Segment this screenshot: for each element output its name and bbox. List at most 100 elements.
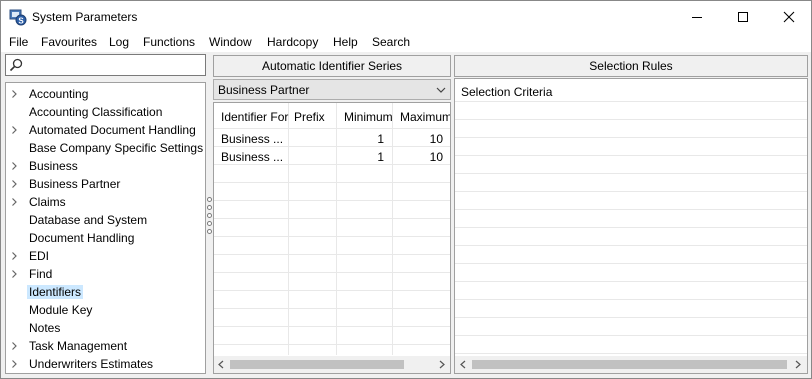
tree-item[interactable]: Base Company Specific Settings	[6, 139, 205, 157]
minimize-button[interactable]	[674, 1, 720, 32]
rules-row-divider	[455, 209, 807, 210]
scrollbar-thumb[interactable]	[230, 360, 404, 369]
horizontal-scrollbar[interactable]	[455, 356, 807, 373]
selection-rules-header: Selection Rules	[454, 55, 808, 77]
rules-row-divider	[455, 353, 807, 354]
scroll-left-icon[interactable]	[218, 360, 224, 369]
scroll-right-icon[interactable]	[795, 360, 801, 369]
tree-item[interactable]: Business Partner	[6, 175, 205, 193]
grid-row-divider	[214, 164, 450, 165]
search-icon	[9, 58, 23, 72]
chevron-right-icon[interactable]	[11, 341, 18, 351]
rules-row-divider	[455, 281, 807, 282]
chevron-right-icon[interactable]	[11, 197, 18, 207]
tree-item-label: Base Company Specific Settings	[29, 141, 204, 155]
chevron-right-icon[interactable]	[11, 125, 18, 135]
grid-row-divider	[214, 128, 450, 129]
tree-item-label: Accounting	[29, 87, 89, 101]
chevron-down-icon	[436, 87, 446, 93]
tree-item-label: Underwriters Estimates	[29, 357, 154, 371]
column-header-prefix[interactable]: Prefix	[294, 110, 325, 124]
cell-identifier-for: Business ...	[221, 150, 284, 164]
tree-item[interactable]: Database and System	[6, 211, 205, 229]
column-header-minimum[interactable]: Minimum	[344, 110, 393, 124]
menu-functions[interactable]: Functions	[143, 35, 195, 49]
cell-maximum: 10	[429, 132, 443, 146]
rules-row-divider	[455, 335, 807, 336]
rules-row-divider	[455, 155, 807, 156]
grid-row-divider	[214, 326, 450, 327]
menu-log[interactable]: Log	[109, 35, 129, 49]
rules-row-divider	[455, 227, 807, 228]
rules-row-divider	[455, 173, 807, 174]
scrollbar-thumb[interactable]	[472, 360, 787, 369]
tree-item-label: Notes	[29, 321, 61, 335]
window-title: System Parameters	[32, 10, 138, 24]
tree-item-label: Automated Document Handling	[29, 123, 196, 137]
grid-row-divider	[214, 218, 450, 219]
system-parameters-window: S System Parameters File Favourites Log …	[0, 0, 812, 379]
chevron-right-icon[interactable]	[11, 89, 18, 99]
tree-item-label: Identifiers	[27, 285, 84, 299]
tree-item-label: Claims	[29, 195, 66, 209]
tree-item[interactable]: Notes	[6, 319, 205, 337]
cell-maximum: 10	[429, 150, 443, 164]
parameter-tree[interactable]: Accounting Accounting Classification Autom…	[5, 82, 206, 374]
rules-row-divider	[455, 191, 807, 192]
menu-help[interactable]: Help	[333, 35, 358, 49]
rules-row-divider	[455, 101, 807, 102]
grid-row-divider	[214, 308, 450, 309]
chevron-right-icon[interactable]	[11, 161, 18, 171]
splitter-handle[interactable]	[207, 197, 212, 237]
tree-item[interactable]: Module Key	[6, 301, 205, 319]
column-header-maximum[interactable]: Maximum	[400, 110, 450, 124]
minimize-icon	[692, 16, 702, 18]
scroll-right-icon[interactable]	[439, 360, 445, 369]
tree-search-input[interactable]	[5, 54, 206, 76]
tree-item[interactable]: Accounting Classification	[6, 103, 205, 121]
chevron-right-icon[interactable]	[11, 251, 18, 261]
tree-item[interactable]: Business	[6, 157, 205, 175]
rules-row-divider	[455, 263, 807, 264]
tree-item-label: Accounting Classification	[29, 105, 163, 119]
rules-row-divider	[455, 245, 807, 246]
identifier-series-grid[interactable]: Identifier For Prefix Minimum Maximum Bu…	[213, 102, 451, 374]
title-bar[interactable]: S System Parameters	[1, 1, 811, 32]
cell-minimum: 1	[377, 150, 384, 164]
selection-rules-panel[interactable]: Selection Criteria	[454, 78, 808, 374]
grid-row-divider	[214, 182, 450, 183]
selection-criteria-label: Selection Criteria	[461, 85, 553, 99]
menu-search[interactable]: Search	[372, 35, 410, 49]
tree-item-label: Business Partner	[29, 177, 121, 191]
grid-row-divider	[214, 290, 450, 291]
close-icon	[783, 11, 795, 22]
menu-favourites[interactable]: Favourites	[41, 35, 97, 49]
tree-item[interactable]: Automated Document Handling	[6, 121, 205, 139]
grid-row-divider	[214, 236, 450, 237]
menu-file[interactable]: File	[9, 35, 28, 49]
tree-item[interactable]: EDI	[6, 247, 205, 265]
tree-item[interactable]: Task Management	[6, 337, 205, 355]
tree-item[interactable]: Claims	[6, 193, 205, 211]
horizontal-scrollbar[interactable]	[214, 356, 450, 373]
identifier-series-dropdown[interactable]: Business Partner	[213, 79, 451, 100]
menu-window[interactable]: Window	[209, 35, 252, 49]
column-header-identifier-for[interactable]: Identifier For	[221, 110, 288, 124]
app-icon: S	[9, 8, 27, 26]
chevron-right-icon[interactable]	[11, 269, 18, 279]
chevron-right-icon[interactable]	[11, 179, 18, 189]
maximize-icon	[738, 11, 748, 22]
tree-item[interactable]: Document Handling	[6, 229, 205, 247]
tree-item[interactable]: Identifiers	[6, 283, 205, 301]
tree-item[interactable]: Find	[6, 265, 205, 283]
scroll-left-icon[interactable]	[460, 360, 466, 369]
grid-row-divider	[214, 254, 450, 255]
chevron-right-icon[interactable]	[11, 359, 18, 369]
close-button[interactable]	[766, 1, 812, 32]
identifier-series-header: Automatic Identifier Series	[213, 55, 451, 77]
menu-hardcopy[interactable]: Hardcopy	[267, 35, 318, 49]
menu-bar: File Favourites Log Functions Window Har…	[1, 32, 811, 52]
maximize-button[interactable]	[720, 1, 766, 32]
tree-item[interactable]: Underwriters Estimates	[6, 355, 205, 373]
tree-item[interactable]: Accounting	[6, 85, 205, 103]
